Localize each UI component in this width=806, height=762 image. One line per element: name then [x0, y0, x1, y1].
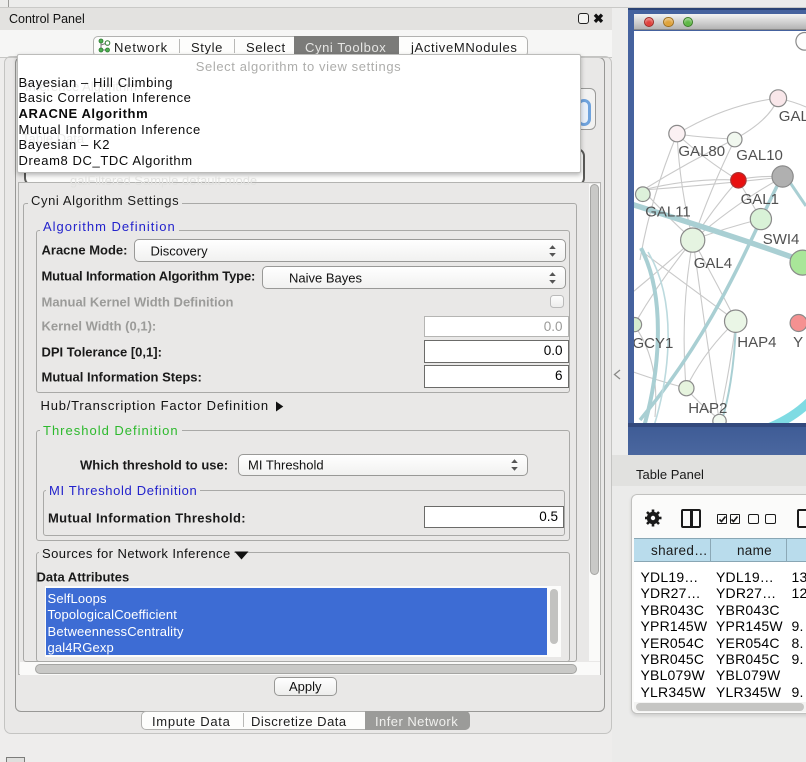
- svg-text:GAL11: GAL11: [645, 204, 691, 221]
- svg-text:GAL10: GAL10: [736, 147, 783, 164]
- svg-text:GAL1: GAL1: [741, 191, 779, 208]
- svg-text:HAP2: HAP2: [688, 400, 727, 417]
- svg-text:Y: Y: [793, 334, 803, 351]
- svg-text:GAL2: GAL2: [779, 108, 806, 125]
- svg-text:HAP4: HAP4: [737, 334, 776, 351]
- svg-text:SWI4: SWI4: [763, 231, 800, 248]
- svg-text:GAL80: GAL80: [678, 143, 725, 160]
- svg-text:GCY1: GCY1: [634, 335, 673, 352]
- svg-text:GAL4: GAL4: [694, 255, 732, 272]
